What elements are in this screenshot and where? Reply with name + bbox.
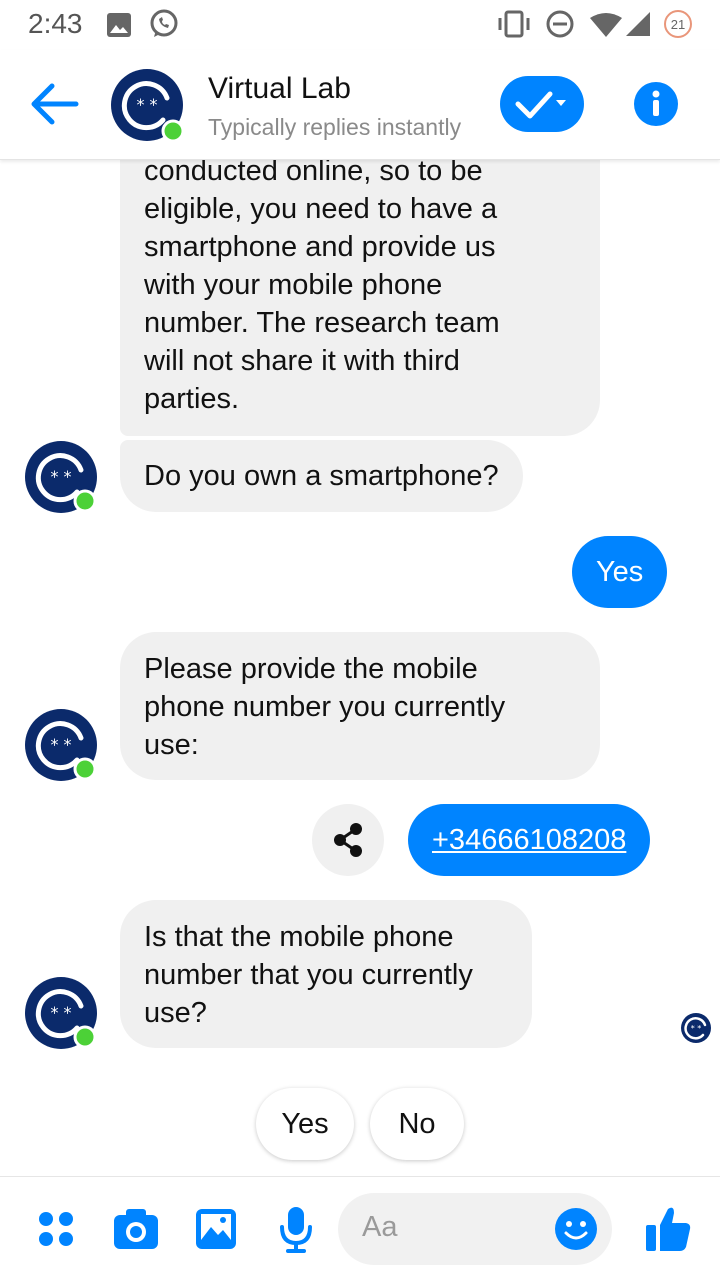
whatsapp-notification-icon bbox=[150, 9, 178, 37]
seen-indicator-avatar: * * bbox=[681, 1013, 711, 1043]
share-button[interactable] bbox=[312, 804, 384, 876]
message-line: Is that the mobile phone bbox=[144, 921, 454, 953]
chat-title[interactable]: Virtual Lab bbox=[208, 72, 351, 106]
message-line: smartphone and provide us bbox=[144, 231, 496, 263]
bot-message-bubble: Is that the mobile phone number that you… bbox=[120, 900, 532, 1048]
do-not-disturb-icon bbox=[546, 10, 574, 38]
gallery-icon[interactable] bbox=[194, 1207, 238, 1251]
message-input[interactable]: Aa bbox=[338, 1193, 612, 1265]
message-list[interactable]: conducted online, so to be eligible, you… bbox=[0, 160, 720, 1176]
chat-subtitle: Typically replies instantly bbox=[208, 114, 462, 140]
bot-avatar-small[interactable]: * * bbox=[24, 708, 98, 782]
verified-dropdown-button[interactable] bbox=[500, 76, 584, 132]
quick-reply-yes[interactable]: Yes bbox=[256, 1088, 354, 1160]
message-line: number that you currently bbox=[144, 959, 473, 991]
message-text: Do you own a smartphone? bbox=[144, 460, 499, 492]
cell-signal-icon bbox=[626, 12, 650, 36]
composer-bar: Aa bbox=[0, 1176, 720, 1280]
message-line: use? bbox=[144, 997, 207, 1029]
quick-reply-no[interactable]: No bbox=[370, 1088, 464, 1160]
quick-reply-label: No bbox=[398, 1107, 436, 1140]
user-message-bubble: +34666108208 bbox=[408, 804, 651, 876]
bot-avatar-small[interactable]: * * bbox=[24, 440, 98, 514]
gallery-notification-icon bbox=[107, 13, 131, 37]
message-line: Please provide the mobile bbox=[144, 653, 478, 685]
quick-reply-label: Yes bbox=[281, 1107, 329, 1140]
message-line: with your mobile phone bbox=[144, 269, 443, 301]
vibrate-icon bbox=[498, 10, 530, 38]
conversation-header: * * Virtual Lab Typically replies instan… bbox=[0, 50, 720, 160]
bot-message-bubble: conducted online, so to be eligible, you… bbox=[120, 160, 600, 436]
message-line: parties. bbox=[144, 383, 240, 415]
battery-icon: 21 bbox=[664, 10, 692, 38]
back-arrow-icon[interactable] bbox=[28, 80, 80, 128]
status-time: 2:43 bbox=[28, 8, 83, 39]
svg-text:* *: * * bbox=[50, 467, 71, 486]
svg-text:* *: * * bbox=[691, 1024, 702, 1033]
thumbs-up-icon[interactable] bbox=[644, 1203, 692, 1253]
message-line: phone number you currently bbox=[144, 691, 506, 723]
microphone-icon[interactable] bbox=[278, 1205, 314, 1253]
message-text: Yes bbox=[596, 556, 644, 588]
bot-avatar-small[interactable]: * * bbox=[24, 976, 98, 1050]
emoji-icon[interactable] bbox=[554, 1207, 598, 1251]
message-line: conducted online, so to be bbox=[144, 160, 483, 187]
message-line: use: bbox=[144, 729, 199, 761]
wifi-icon bbox=[590, 13, 622, 37]
message-line: eligible, you need to have a bbox=[144, 193, 498, 225]
svg-text:* *: * * bbox=[50, 735, 71, 754]
svg-text:* *: * * bbox=[136, 95, 157, 114]
message-line: will not share it with third bbox=[144, 345, 460, 377]
bot-avatar[interactable]: * * bbox=[110, 68, 184, 142]
check-icon bbox=[515, 91, 566, 119]
share-icon bbox=[334, 823, 362, 857]
apps-menu-icon[interactable] bbox=[38, 1211, 74, 1247]
status-bar: 2:43 21 bbox=[0, 0, 720, 50]
camera-icon[interactable] bbox=[112, 1207, 160, 1251]
battery-level: 21 bbox=[670, 16, 686, 32]
user-message-bubble: Yes bbox=[572, 536, 668, 608]
message-input-placeholder: Aa bbox=[362, 1211, 398, 1243]
info-icon[interactable] bbox=[634, 82, 678, 126]
message-line: number. The research team bbox=[144, 307, 500, 339]
bot-message-bubble: Please provide the mobile phone number y… bbox=[120, 632, 600, 780]
phone-number-link[interactable]: +34666108208 bbox=[432, 824, 626, 856]
bot-message-bubble: Do you own a smartphone? bbox=[120, 440, 523, 512]
svg-text:* *: * * bbox=[50, 1003, 71, 1022]
